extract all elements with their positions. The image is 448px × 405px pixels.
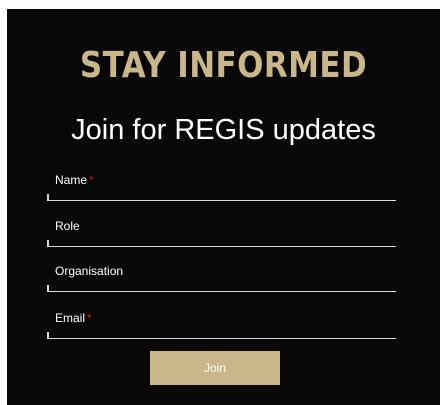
signup-panel: STAY INFORMED Join for REGIS updates Nam… (7, 9, 440, 405)
role-input[interactable] (51, 231, 391, 245)
field-underline (47, 338, 396, 339)
email-field[interactable]: Email * (47, 311, 396, 339)
join-button[interactable]: Join (150, 351, 280, 385)
subheadline: Join for REGIS updates (71, 114, 376, 146)
field-underline (47, 291, 396, 292)
field-underline (47, 246, 396, 247)
name-field[interactable]: Name * (47, 173, 396, 201)
email-input[interactable] (51, 323, 391, 337)
role-field[interactable]: Role (47, 219, 396, 247)
headline: STAY INFORMED (79, 45, 368, 86)
field-underline (47, 200, 396, 201)
name-input[interactable] (51, 185, 391, 199)
organisation-input[interactable] (51, 276, 391, 290)
organisation-field[interactable]: Organisation (47, 264, 396, 292)
